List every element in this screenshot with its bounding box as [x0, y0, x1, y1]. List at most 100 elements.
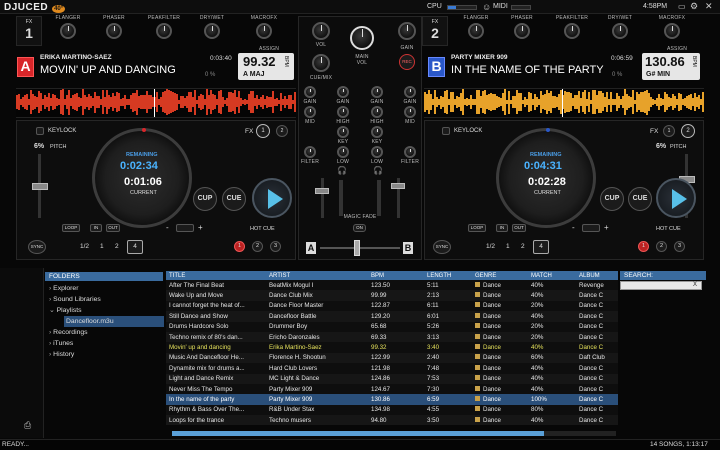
- fx-knob[interactable]: [106, 23, 122, 39]
- tree-item-playlists[interactable]: ⌄ Playlists: [46, 305, 164, 316]
- deck-b-loop-1[interactable]: 1: [506, 243, 510, 250]
- tree-item-sound-libraries[interactable]: › Sound Libraries: [46, 294, 164, 305]
- deck-a-loop-half[interactable]: 1/2: [80, 243, 89, 250]
- deck-b-key-knob[interactable]: [371, 126, 383, 138]
- magic-fade-on-button[interactable]: ON: [353, 224, 366, 232]
- headphone-icon[interactable]: 🎧: [373, 166, 383, 175]
- table-row[interactable]: Drums Hardcore Solo Drummer Boy 65.68 5:26 D…: [166, 321, 618, 332]
- table-row[interactable]: Movin' up and dancing Erika Martino-Saez 9…: [166, 342, 618, 353]
- fx-knob[interactable]: [204, 23, 220, 39]
- deck-b-channel-fader[interactable]: [391, 183, 405, 189]
- deck-b-gain-knob[interactable]: [371, 86, 383, 98]
- column-bpm[interactable]: BPM: [368, 271, 424, 280]
- table-row[interactable]: Techno remix of 80's dan... Ericho Daronz…: [166, 331, 618, 343]
- deck-a-hotcue-3[interactable]: 3: [270, 241, 281, 252]
- deck-a-sync-button[interactable]: SYNC: [28, 240, 46, 254]
- deck-b-loop-4[interactable]: 4: [533, 240, 549, 254]
- deck-b-sync-button[interactable]: SYNC: [433, 240, 451, 254]
- deck-b-fx1-button[interactable]: 1: [663, 125, 675, 137]
- deck-a-key-knob[interactable]: [337, 126, 349, 138]
- fx-knob[interactable]: [514, 23, 530, 39]
- deck-a-in-button[interactable]: IN: [90, 224, 102, 232]
- deck-b-hotcue-1[interactable]: 1: [638, 241, 649, 252]
- table-row[interactable]: Never Miss The Tempo Party Mixer 909 124.6…: [166, 383, 618, 395]
- gain-knob[interactable]: [398, 22, 416, 40]
- table-row[interactable]: Music And Dancefloor He... Florence H. Sh…: [166, 352, 618, 364]
- deck-a-waveform[interactable]: [16, 88, 296, 118]
- deck-a-fx2-button[interactable]: 2: [276, 125, 288, 137]
- fx-knob[interactable]: [256, 23, 272, 39]
- deck-a-gain-knob[interactable]: [337, 86, 349, 98]
- deck-b-in-button[interactable]: IN: [496, 224, 508, 232]
- fx-knob[interactable]: [612, 23, 628, 39]
- fx-knob[interactable]: [468, 23, 484, 39]
- settings-icon[interactable]: ⚙: [690, 1, 698, 12]
- search-input[interactable]: [620, 281, 702, 290]
- deck-a-loop-2[interactable]: 2: [115, 243, 119, 250]
- deck-b-low-knob[interactable]: [371, 146, 383, 158]
- table-row[interactable]: Wake Up and Move Dance Club Mix 99.99 2:13 D…: [166, 290, 618, 301]
- fx-knob[interactable]: [564, 23, 580, 39]
- deck-a-loop-4[interactable]: 4: [127, 240, 143, 254]
- table-row[interactable]: Rhythm & Bass Over The... R&B Under Stax 1…: [166, 404, 618, 416]
- close-icon[interactable]: ✕: [705, 1, 713, 12]
- deck-b-loop-half[interactable]: 1/2: [486, 243, 495, 250]
- deck-a-hotcue-1[interactable]: 1: [234, 241, 245, 252]
- deck-a-filter-knob[interactable]: [304, 86, 316, 98]
- deck-a-keylock-button[interactable]: [36, 127, 44, 135]
- table-row[interactable]: I cannot forget the heat of... Dance Floo…: [166, 300, 618, 312]
- deck-a-cup-button[interactable]: CUP: [193, 187, 217, 211]
- deck-a-loop-mode-button[interactable]: [176, 224, 194, 232]
- rec-button[interactable]: REC: [399, 54, 415, 70]
- table-row[interactable]: Dynamite mix for drums a... Hard Club Lov…: [166, 363, 618, 374]
- deck-a-filter-knob[interactable]: [304, 146, 316, 158]
- deck-a-minus[interactable]: -: [166, 223, 169, 232]
- column-artist[interactable]: ARTIST: [266, 271, 368, 280]
- deck-b-waveform[interactable]: [424, 88, 704, 118]
- deck-a-cue-button[interactable]: CUE: [222, 187, 246, 211]
- deck-a-fx1-button[interactable]: 1: [256, 124, 270, 138]
- tree-item-history[interactable]: › History: [46, 349, 164, 360]
- window-icon[interactable]: ▭: [678, 2, 686, 11]
- deck-a-pitch-fader[interactable]: [32, 183, 48, 190]
- deck-b-loop-button[interactable]: LOOP: [468, 224, 486, 232]
- deck-b-loop-mode-button[interactable]: [582, 224, 600, 232]
- table-scrollbar[interactable]: [172, 431, 544, 436]
- deck-b-play-button[interactable]: [656, 178, 696, 218]
- tree-item-explorer[interactable]: › Explorer: [46, 283, 164, 294]
- deck-a-vol-knob[interactable]: [312, 22, 330, 40]
- search-clear-icon[interactable]: X: [693, 282, 697, 288]
- deck-b-fx2-button[interactable]: 2: [681, 124, 695, 138]
- column-genre[interactable]: GENRE: [472, 271, 528, 280]
- column-length[interactable]: LENGTH: [424, 271, 472, 280]
- printer-icon[interactable]: ⎙: [24, 420, 31, 431]
- tree-item-itunes[interactable]: › iTunes: [46, 338, 164, 349]
- deck-a-play-button[interactable]: [252, 178, 292, 218]
- deck-b-filter-knob[interactable]: [404, 86, 416, 98]
- deck-b-minus[interactable]: -: [572, 223, 575, 232]
- deck-b-keylock-button[interactable]: [442, 127, 450, 135]
- deck-b-cup-button[interactable]: CUP: [600, 187, 624, 211]
- fx-knob[interactable]: [156, 23, 172, 39]
- deck-a-low-knob[interactable]: [337, 146, 349, 158]
- deck-b-out-button[interactable]: OUT: [512, 224, 526, 232]
- cue-mix-knob[interactable]: [312, 54, 330, 72]
- crossfader-handle[interactable]: [354, 240, 360, 256]
- fx-knob[interactable]: [664, 23, 680, 39]
- deck-b-eq-knob[interactable]: [404, 106, 416, 118]
- headphone-icon[interactable]: 🎧: [337, 166, 347, 175]
- deck-a-loop-1[interactable]: 1: [100, 243, 104, 250]
- table-row[interactable]: Loops for the trance Techno musers 94.80 3:…: [166, 415, 618, 426]
- fx-knob[interactable]: [60, 23, 76, 39]
- deck-b-hotcue-3[interactable]: 3: [674, 241, 685, 252]
- column-match[interactable]: MATCH: [528, 271, 576, 280]
- deck-a-hotcue-2[interactable]: 2: [252, 241, 263, 252]
- deck-b-high-knob[interactable]: [371, 106, 383, 118]
- table-row[interactable]: Still Dance and Show Dancefloor Battle 129…: [166, 311, 618, 322]
- column-album[interactable]: ALBUM: [576, 271, 618, 280]
- deck-a-eq-knob[interactable]: [304, 106, 316, 118]
- deck-a-out-button[interactable]: OUT: [106, 224, 120, 232]
- tree-item-recordings[interactable]: › Recordings: [46, 327, 164, 338]
- deck-b-filter-knob[interactable]: [404, 146, 416, 158]
- deck-a-plus[interactable]: +: [198, 223, 203, 232]
